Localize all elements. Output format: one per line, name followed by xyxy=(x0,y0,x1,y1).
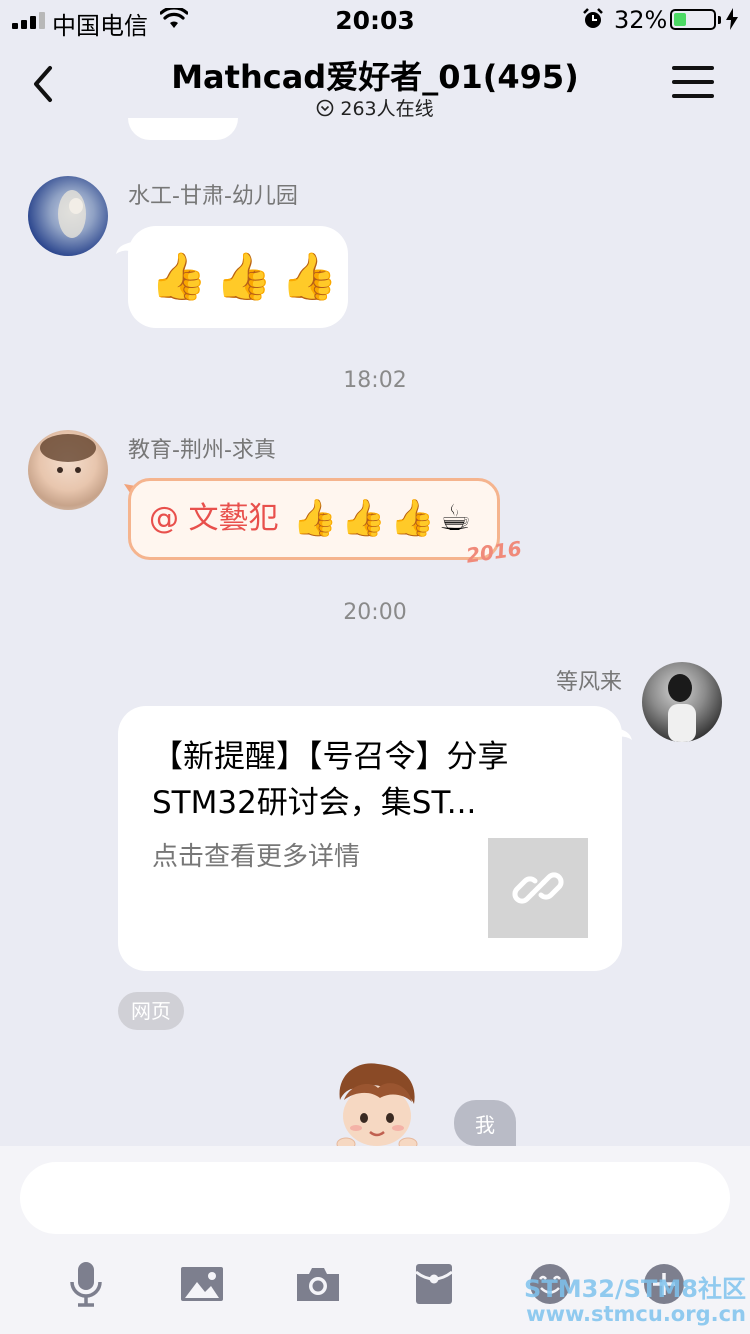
timestamp: 20:00 xyxy=(343,600,407,625)
battery-tip xyxy=(718,16,721,24)
thumbs-up-icon: 👍 xyxy=(341,498,387,539)
thumbs-up-icon: 👍 xyxy=(280,249,338,303)
microphone-icon[interactable] xyxy=(58,1256,114,1312)
chevron-down-circle-icon xyxy=(317,99,334,116)
alarm-icon xyxy=(582,8,604,36)
sender-name: 等风来 xyxy=(555,670,622,695)
watermark: STM32/STM8社区 www.stmcu.org.cn xyxy=(518,1276,746,1326)
previous-message-bubble xyxy=(128,118,238,140)
chat-header: Mathcad爱好者_01(495) 263人在线 xyxy=(0,40,750,128)
watermark-line2: www.stmcu.org.cn xyxy=(526,1302,746,1326)
battery-percent: 32% xyxy=(614,6,668,34)
message-bubble[interactable]: 👍 👍 👍 xyxy=(128,226,348,328)
link-description: 点击查看更多详情 xyxy=(152,842,361,872)
avatar[interactable] xyxy=(28,176,108,256)
link-icon xyxy=(512,872,564,904)
message-input[interactable] xyxy=(20,1162,730,1234)
timestamp: 18:02 xyxy=(343,368,407,393)
menu-button[interactable] xyxy=(672,66,714,102)
thumbs-up-icon: 👍 xyxy=(292,498,338,539)
thumbs-up-icon: 👍 xyxy=(215,249,273,303)
online-count-text: 263人在线 xyxy=(340,98,434,120)
status-bar: 中国电信 20:03 32% xyxy=(0,0,750,40)
sticker-label: 我 xyxy=(454,1100,516,1146)
mention-text[interactable]: @ 文藝犯 xyxy=(149,495,279,543)
watermark-line1: STM32/STM8社区 xyxy=(524,1275,746,1303)
sticker[interactable] xyxy=(330,1060,422,1146)
link-card[interactable]: 【新提醒】【号召令】分享STM32研讨会，集ST... 点击查看更多详情 xyxy=(118,706,622,971)
thumbs-up-icon: 👍 xyxy=(150,249,208,303)
image-icon[interactable] xyxy=(174,1256,230,1312)
message-bubble[interactable]: @ 文藝犯 👍 👍 👍 ☕ xyxy=(128,478,500,560)
source-tag: 网页 xyxy=(118,992,184,1030)
link-thumbnail xyxy=(488,838,588,938)
avatar[interactable] xyxy=(642,662,722,742)
coffee-cup-icon: ☕ xyxy=(439,498,472,539)
red-packet-icon[interactable] xyxy=(406,1256,462,1312)
link-title: 【新提醒】【号召令】分享STM32研讨会，集ST... xyxy=(152,739,509,821)
camera-icon[interactable] xyxy=(290,1256,346,1312)
online-count[interactable]: 263人在线 xyxy=(0,94,750,121)
charging-icon xyxy=(726,8,738,36)
thumbs-up-icon: 👍 xyxy=(390,498,436,539)
sender-name: 水工-甘肃-幼儿园 xyxy=(128,184,298,209)
group-title[interactable]: Mathcad爱好者_01(495) xyxy=(0,52,750,98)
sender-name: 教育-荆州-求真 xyxy=(128,438,276,463)
avatar[interactable] xyxy=(28,430,108,510)
battery-icon xyxy=(670,9,716,30)
